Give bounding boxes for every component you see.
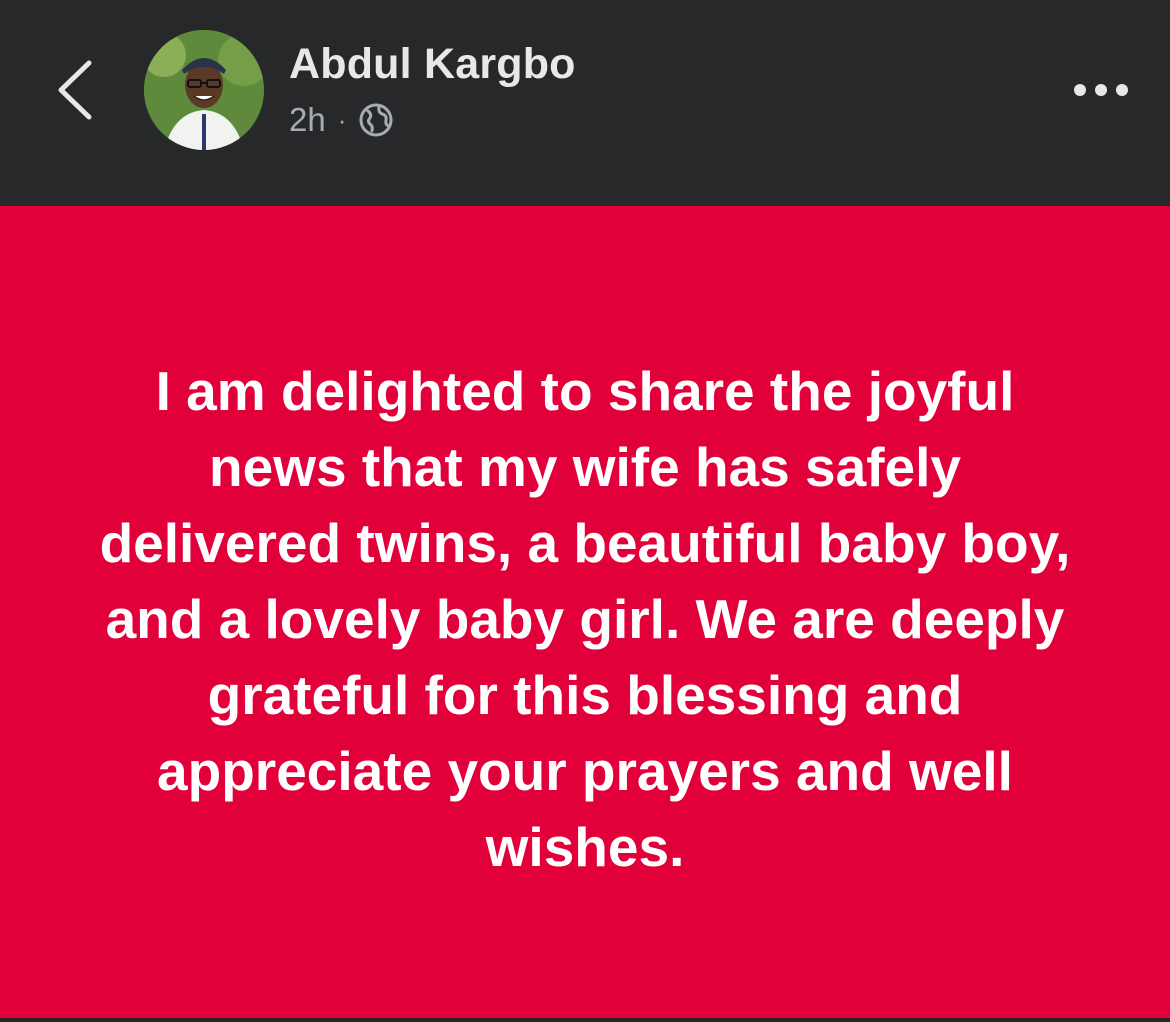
avatar[interactable] [144,30,264,150]
more-dot [1074,84,1086,96]
post-header: Abdul Kargbo 2h · [0,0,1170,206]
post-timestamp[interactable]: 2h [289,101,326,139]
more-dot [1095,84,1107,96]
more-options-button[interactable] [1058,62,1144,118]
post-text: I am delighted to share the joyful news … [99,360,1071,878]
author-name[interactable]: Abdul Kargbo [289,40,576,89]
back-button[interactable] [40,50,110,130]
post-background: I am delighted to share the joyful news … [0,206,1170,1018]
bottom-divider [0,1018,1170,1022]
globe-icon[interactable] [358,102,394,138]
meta-separator: · [337,104,347,135]
chevron-left-icon [58,60,92,120]
post-meta: 2h · [289,98,394,142]
more-dot [1116,84,1128,96]
avatar-image [144,30,264,150]
